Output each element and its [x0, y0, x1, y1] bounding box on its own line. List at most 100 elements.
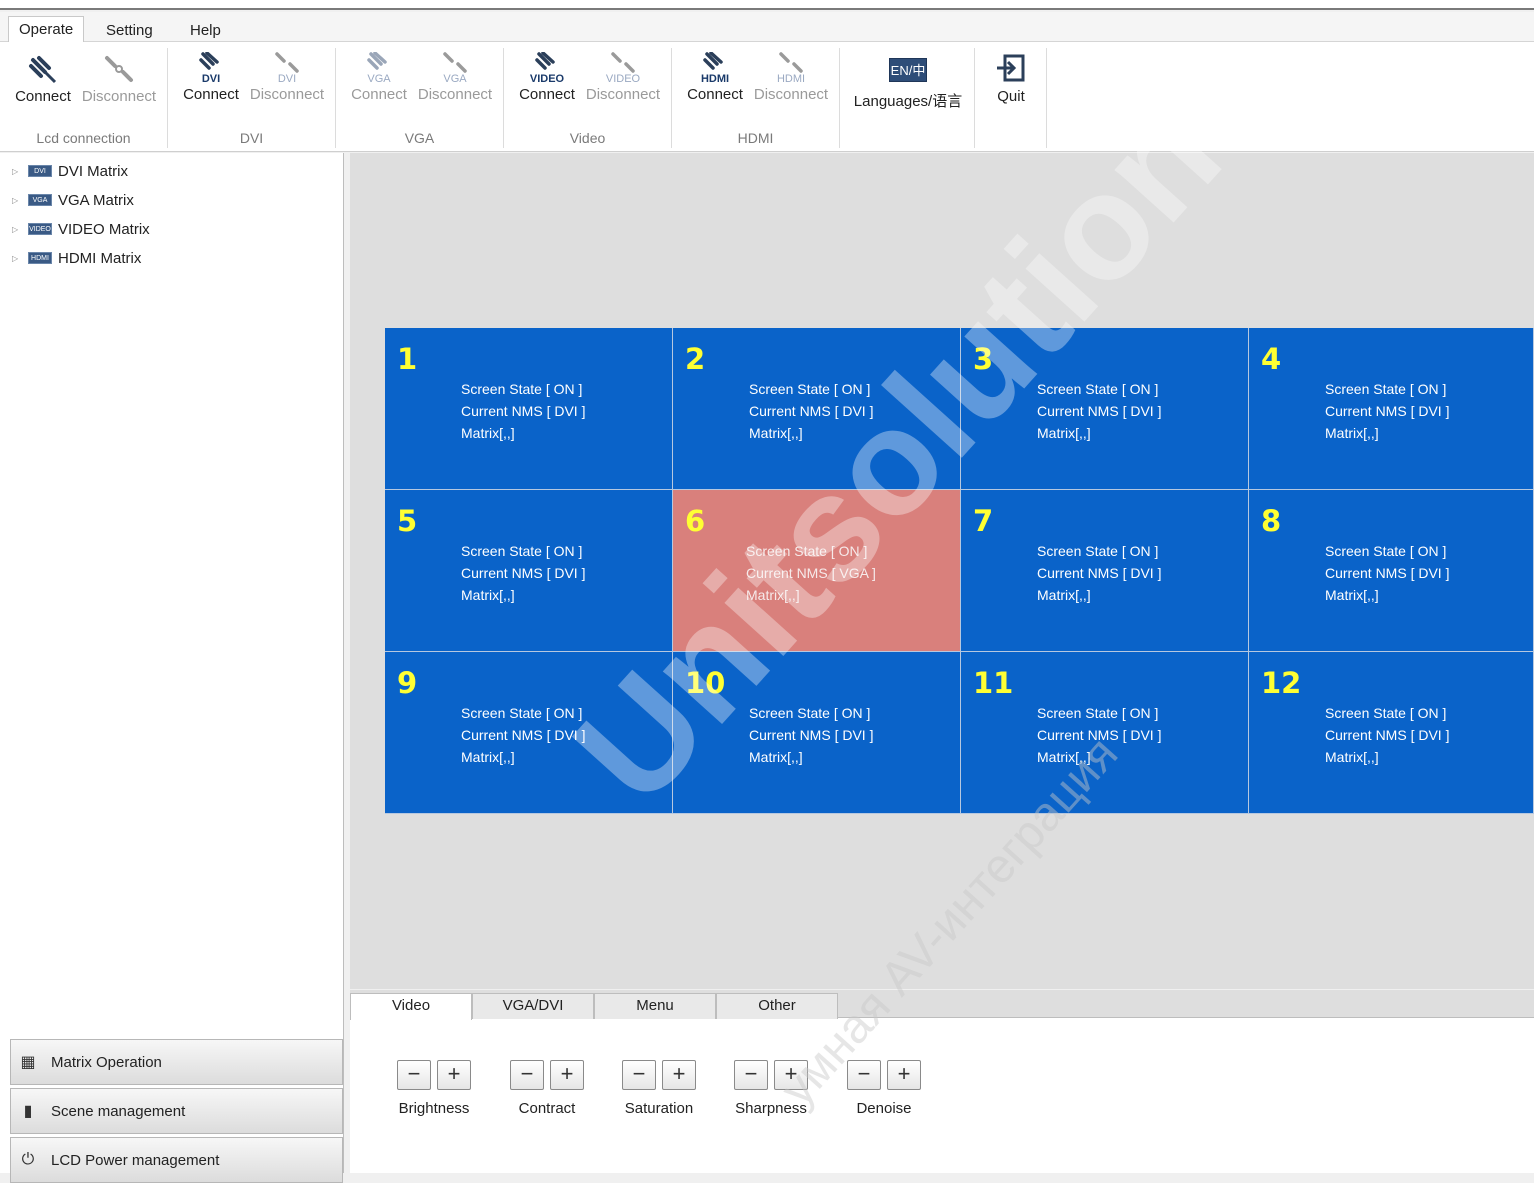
matrix-value: Matrix[,,] [461, 749, 515, 765]
matrix-value: Matrix[,,] [461, 587, 515, 603]
screen-info: Screen State [ ON ] Current NMS [ DVI ] Ma… [1325, 378, 1449, 444]
plug-connected-icon [535, 52, 555, 70]
screen-cell-5[interactable]: 5 Screen State [ ON ] Current NMS [ DVI ] M… [385, 490, 673, 652]
screen-cell-6-selected[interactable]: 6 Screen State [ ON ] Current NMS [ VGA ] M… [673, 490, 961, 652]
vga-disconnect-button[interactable]: VGA Disconnect [416, 52, 494, 112]
expand-arrow-icon[interactable]: ▷ [12, 254, 22, 263]
hdmi-connect-tag: HDMI [700, 73, 730, 85]
screen-cell-1[interactable]: 1 Screen State [ ON ] Current NMS [ DVI ] M… [385, 328, 673, 490]
ribbon-group-video: VIDEO Connect VIDEO Disconnect Video [504, 48, 672, 148]
scene-management-button[interactable]: ▮ Scene management [10, 1088, 343, 1134]
menu-help[interactable]: Help [180, 18, 231, 44]
plug-disconnected-icon [779, 52, 803, 73]
matrix-value: Matrix[,,] [749, 425, 803, 441]
screen-info: Screen State [ ON ] Current NMS [ DVI ] Ma… [1325, 702, 1449, 768]
menu-setting[interactable]: Setting [96, 18, 163, 44]
vga-connect-tag: VGA [367, 73, 391, 85]
current-nms: Current NMS [ DVI ] [1325, 403, 1450, 419]
matrix-value: Matrix[,,] [1037, 425, 1091, 441]
vga-disconnect-tag: VGA [443, 73, 467, 85]
screen-cell-8[interactable]: 8 Screen State [ ON ] Current NMS [ DVI ] M… [1249, 490, 1534, 652]
quit-button[interactable]: Quit [975, 52, 1047, 112]
saturation-decrease-button[interactable]: − [622, 1060, 656, 1090]
tree-item-video-matrix[interactable]: ▷ VIDEO VIDEO Matrix [12, 217, 150, 241]
vga-badge-icon: VGA [28, 194, 52, 206]
adjustment-panel: Video VGA/DVI Menu Other − + Brightness −… [350, 990, 1534, 1173]
ribbon-group-vga: VGA Connect VGA Disconnect VGA [336, 48, 504, 148]
screen-number: 10 [685, 666, 726, 700]
screen-state: Screen State [ ON ] [749, 705, 871, 721]
screen-state: Screen State [ ON ] [1325, 381, 1447, 397]
dvi-disconnect-button[interactable]: DVI Disconnect [248, 52, 326, 112]
screen-cell-12[interactable]: 12 Screen State [ ON ] Current NMS [ DVI ]… [1249, 652, 1534, 814]
tree-item-dvi-matrix[interactable]: ▷ DVI DVI Matrix [12, 159, 128, 183]
contract-increase-button[interactable]: + [550, 1060, 584, 1090]
brightness-label: Brightness [398, 1100, 470, 1117]
tab-menu[interactable]: Menu [594, 993, 716, 1019]
current-nms: Current NMS [ DVI ] [461, 727, 586, 743]
ribbon-group-label-hdmi: HDMI [737, 130, 774, 146]
tree-item-hdmi-matrix[interactable]: ▷ HDMI HDMI Matrix [12, 246, 141, 270]
denoise-decrease-button[interactable]: − [847, 1060, 881, 1090]
nav-label: LCD Power management [51, 1151, 220, 1169]
languages-button[interactable]: EN/中 Languages/语言 [846, 52, 970, 112]
brightness-increase-button[interactable]: + [437, 1060, 471, 1090]
screen-cell-9[interactable]: 9 Screen State [ ON ] Current NMS [ DVI ] M… [385, 652, 673, 814]
tab-other[interactable]: Other [716, 993, 838, 1019]
expand-arrow-icon[interactable]: ▷ [12, 196, 22, 205]
video-disconnect-tag: VIDEO [605, 73, 641, 85]
screen-cell-7[interactable]: 7 Screen State [ ON ] Current NMS [ DVI ] M… [961, 490, 1249, 652]
current-nms: Current NMS [ DVI ] [1325, 565, 1450, 581]
hdmi-disconnect-button[interactable]: HDMI Disconnect [752, 52, 830, 112]
screen-state: Screen State [ ON ] [1325, 705, 1447, 721]
current-nms: Current NMS [ DVI ] [1325, 727, 1450, 743]
screen-number: 5 [397, 504, 418, 538]
lcd-disconnect-button[interactable]: Disconnect [80, 52, 158, 112]
screen-cell-10[interactable]: 10 Screen State [ ON ] Current NMS [ DVI ]… [673, 652, 961, 814]
power-icon: ⏻ [21, 1151, 35, 1168]
plug-disconnected-icon [443, 52, 467, 73]
vga-connect-button[interactable]: VGA Connect [340, 52, 418, 112]
screen-cell-3[interactable]: 3 Screen State [ ON ] Current NMS [ DVI ] M… [961, 328, 1249, 490]
menu-bar: Operate Setting Help [0, 12, 1534, 42]
lcd-power-management-button[interactable]: ⏻ LCD Power management [10, 1137, 343, 1183]
plug-connected-icon [29, 56, 57, 84]
video-disconnect-button[interactable]: VIDEO Disconnect [584, 52, 662, 112]
tree-item-vga-matrix[interactable]: ▷ VGA VGA Matrix [12, 188, 134, 212]
tab-vga-dvi[interactable]: VGA/DVI [472, 993, 594, 1019]
tab-video[interactable]: Video [350, 993, 472, 1020]
sharpness-decrease-button[interactable]: − [734, 1060, 768, 1090]
saturation-increase-button[interactable]: + [662, 1060, 696, 1090]
dvi-disconnect-tag: DVI [277, 73, 297, 85]
screen-info: Screen State [ ON ] Current NMS [ DVI ] Ma… [461, 702, 585, 768]
tree-item-label: HDMI Matrix [58, 249, 142, 267]
dvi-connect-button[interactable]: DVI Connect [172, 52, 250, 112]
brightness-decrease-button[interactable]: − [397, 1060, 431, 1090]
ribbon-group-label-lcd: Lcd connection [36, 130, 131, 146]
menu-operate[interactable]: Operate [8, 16, 85, 42]
screen-wall-grid: 1 Screen State [ ON ] Current NMS [ DVI ] M… [385, 328, 1534, 814]
grid-icon: ▦ [20, 1054, 36, 1071]
lcd-connect-button[interactable]: Connect [4, 52, 82, 112]
expand-arrow-icon[interactable]: ▷ [12, 167, 22, 176]
lcd-connect-label: Connect [15, 88, 71, 105]
sharpness-increase-button[interactable]: + [774, 1060, 808, 1090]
plug-disconnected-icon [105, 56, 133, 82]
hdmi-connect-button[interactable]: HDMI Connect [676, 52, 754, 112]
contract-decrease-button[interactable]: − [510, 1060, 544, 1090]
screen-cell-2[interactable]: 2 Screen State [ ON ] Current NMS [ DVI ] M… [673, 328, 961, 490]
dvi-connect-label: Connect [183, 86, 239, 103]
ribbon-group-lcd: Connect Disconnect Lcd connection [0, 48, 168, 148]
nav-label: Matrix Operation [51, 1053, 162, 1071]
denoise-increase-button[interactable]: + [887, 1060, 921, 1090]
screen-cell-11[interactable]: 11 Screen State [ ON ] Current NMS [ DVI ]… [961, 652, 1249, 814]
video-connect-button[interactable]: VIDEO Connect [508, 52, 586, 112]
screen-cell-4[interactable]: 4 Screen State [ ON ] Current NMS [ DVI ] M… [1249, 328, 1534, 490]
screen-state: Screen State [ ON ] [1325, 543, 1447, 559]
expand-arrow-icon[interactable]: ▷ [12, 225, 22, 234]
ribbon-group-label-dvi: DVI [239, 130, 264, 146]
tree-item-label: VIDEO Matrix [58, 220, 150, 238]
screen-number: 9 [397, 666, 418, 700]
matrix-operation-button[interactable]: ▦ Matrix Operation [10, 1039, 343, 1085]
video-connect-label: Connect [519, 86, 575, 103]
